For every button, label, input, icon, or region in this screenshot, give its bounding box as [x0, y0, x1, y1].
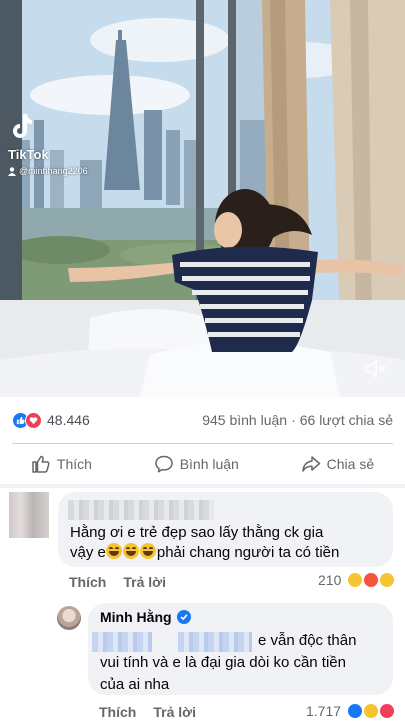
- reply-reply-link[interactable]: Trả lời: [153, 704, 196, 720]
- laughing-emoji-icon: [140, 543, 157, 559]
- comment-like-link[interactable]: Thích: [69, 574, 106, 590]
- stats-separator: ·: [291, 412, 296, 428]
- haha-reaction-icon: [347, 572, 364, 588]
- tiktok-logo-icon: [13, 114, 32, 138]
- comment-text-line: vậy e phải chang người ta có tiền: [70, 542, 339, 564]
- reply-like-link[interactable]: Thích: [99, 704, 136, 720]
- mute-icon[interactable]: [364, 358, 388, 380]
- video-frame-image: [0, 0, 405, 397]
- reply-text-line: vui tính và e là đại gia dòi ko cần tiền: [100, 654, 346, 671]
- reply-text-line: e vẫn độc thân: [258, 632, 357, 649]
- reaction-summary[interactable]: 48.446: [12, 411, 90, 429]
- share-arrow-icon: [301, 456, 320, 472]
- share-button[interactable]: Chia sẻ: [291, 448, 384, 480]
- comment-reactions[interactable]: 210: [318, 572, 396, 588]
- like-button-label: Thích: [56, 456, 92, 472]
- post-video[interactable]: TikTok @minhhang2206: [0, 0, 405, 397]
- tiktok-label: TikTok: [8, 147, 49, 162]
- haha-reaction-icon: [363, 703, 380, 719]
- like-button[interactable]: Thích: [21, 448, 102, 480]
- redacted-mention: [178, 632, 252, 652]
- comment-button[interactable]: Bình luận: [144, 448, 249, 480]
- tiktok-handle-text: @minhhang2206: [19, 166, 88, 176]
- comment-bubble: Hằng ơi e trẻ đẹp sao lấy thằng ck gia v…: [58, 492, 393, 567]
- share-button-label: Chia sẻ: [326, 456, 375, 472]
- thumbs-up-icon: [32, 455, 50, 473]
- comment-bubble-icon: [154, 455, 173, 473]
- comment-text-fragment: vậy e: [70, 544, 106, 561]
- reply-author[interactable]: Minh Hằng: [100, 609, 191, 625]
- share-count-link[interactable]: 66 lượt chia sẻ: [300, 412, 393, 428]
- haha-reaction-icon: [379, 572, 396, 588]
- section-separator: [0, 484, 405, 488]
- comment-text-line: Hằng ơi e trẻ đẹp sao lấy thằng ck gia: [70, 524, 324, 541]
- reply-text-line: của ai nha: [100, 676, 170, 693]
- avatar[interactable]: [9, 492, 49, 538]
- laughing-emoji-icon: [123, 543, 140, 559]
- angry-reaction-icon: [363, 572, 380, 588]
- tiktok-watermark: TikTok @minhhang2206: [8, 112, 88, 176]
- laughing-emoji-icon: [106, 543, 123, 559]
- post-stats: 48.446 945 bình luận · 66 lượt chia sẻ: [0, 397, 405, 443]
- reply-author-name: Minh Hằng: [100, 609, 172, 625]
- user-icon: [8, 166, 16, 176]
- redacted-author-name: [68, 500, 214, 520]
- comment-text-fragment: phải chang người ta có tiền: [156, 544, 340, 561]
- comment-button-label: Bình luận: [179, 456, 239, 472]
- comment-reply-link[interactable]: Trả lời: [123, 574, 166, 590]
- reaction-count: 48.446: [47, 412, 90, 428]
- comment-actions: Thích Trả lời: [69, 574, 166, 590]
- comment-reaction-count: 210: [318, 572, 342, 588]
- verified-badge-icon: [176, 610, 191, 624]
- tiktok-handle: @minhhang2206: [8, 166, 88, 176]
- love-reaction-icon: [379, 703, 396, 719]
- redacted-mention: [92, 632, 152, 652]
- love-reaction-icon: [25, 411, 42, 429]
- post-action-bar: Thích Bình luận Chia sẻ: [0, 444, 405, 484]
- reply-reaction-count: 1.717: [306, 703, 342, 719]
- like-reaction-icon: [347, 703, 364, 719]
- comment-count-link[interactable]: 945 bình luận: [202, 412, 287, 428]
- avatar[interactable]: [57, 606, 81, 630]
- reply-actions: Thích Trả lời: [99, 704, 196, 720]
- reply-reactions[interactable]: 1.717: [306, 703, 396, 719]
